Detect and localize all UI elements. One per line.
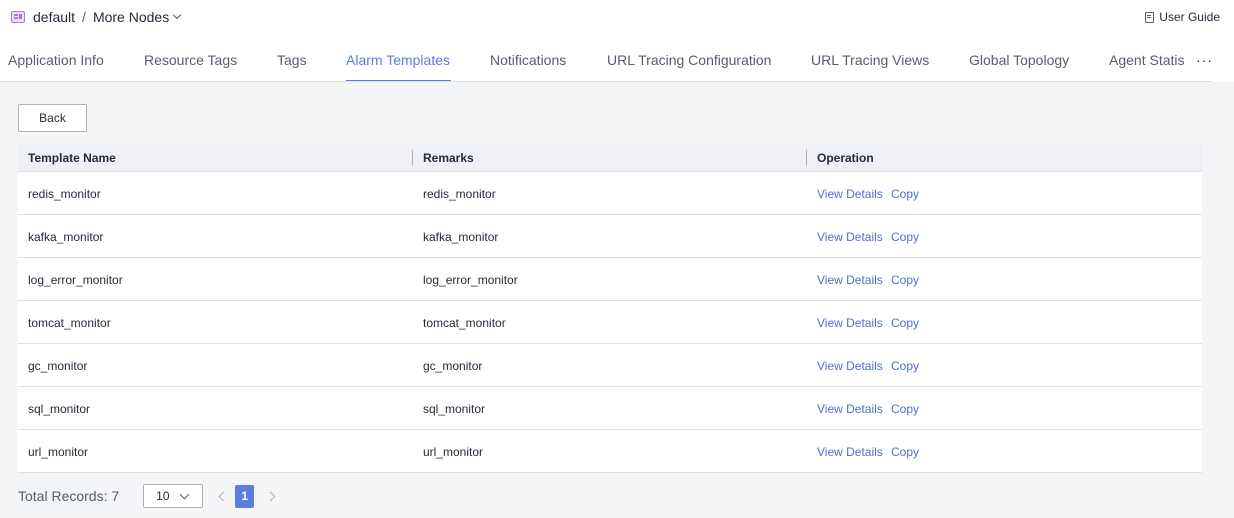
column-header-remarks: Remarks (423, 151, 474, 165)
tab-url-tracing-configuration[interactable]: URL Tracing Configuration (607, 52, 771, 68)
copy-link[interactable]: Copy (891, 187, 919, 201)
table-row: tomcat_monitor tomcat_monitor View Detai… (18, 301, 1202, 344)
table-row: url_monitor url_monitor View Details Cop… (18, 430, 1202, 473)
view-details-link[interactable]: View Details (817, 359, 883, 373)
page-size-select[interactable]: 10 (143, 484, 204, 508)
remarks-cell: tomcat_monitor (423, 316, 506, 330)
view-details-link[interactable]: View Details (817, 230, 883, 244)
template-name-cell: redis_monitor (28, 187, 101, 201)
more-icon[interactable]: ··· (1196, 52, 1213, 68)
template-name-cell: url_monitor (28, 445, 89, 459)
back-button[interactable]: Back (18, 104, 87, 132)
tab-bar: Application Info Resource Tags Tags Alar… (0, 36, 1234, 82)
table-header: Template Name Remarks Operation (18, 144, 1202, 172)
remarks-cell: redis_monitor (423, 187, 496, 201)
table-row: gc_monitor gc_monitor View Details Copy (18, 344, 1202, 387)
tab-application-info[interactable]: Application Info (8, 52, 104, 68)
column-header-template-name: Template Name (28, 151, 116, 165)
breadcrumb-app[interactable]: default (33, 9, 75, 25)
top-bar: default / More Nodes User Guide (0, 0, 1234, 36)
page-number-current[interactable]: 1 (235, 484, 255, 508)
remarks-cell: gc_monitor (423, 359, 483, 373)
tab-tags[interactable]: Tags (277, 52, 307, 68)
chevron-left-icon[interactable] (215, 484, 229, 508)
copy-link[interactable]: Copy (891, 402, 919, 416)
view-details-link[interactable]: View Details (817, 445, 883, 459)
view-details-link[interactable]: View Details (817, 316, 883, 330)
tab-notifications[interactable]: Notifications (490, 52, 566, 68)
copy-link[interactable]: Copy (891, 316, 919, 330)
remarks-cell: url_monitor (423, 445, 484, 459)
more-nodes-label: More Nodes (92, 9, 170, 25)
chevron-right-icon[interactable] (266, 484, 280, 508)
template-name-cell: gc_monitor (28, 359, 88, 373)
main-content: Back Template Name Remarks Operation red… (0, 82, 1234, 518)
column-divider[interactable] (412, 150, 413, 166)
table-row: sql_monitor sql_monitor View Details Cop… (18, 387, 1202, 430)
app-icon (11, 11, 25, 23)
tab-list: Application Info Resource Tags Tags Alar… (0, 36, 1212, 82)
more-nodes-dropdown[interactable]: More Nodes (92, 9, 182, 25)
breadcrumb-separator: / (82, 9, 86, 25)
column-header-operation: Operation (817, 151, 874, 165)
tab-resource-tags[interactable]: Resource Tags (144, 52, 237, 68)
template-name-cell: tomcat_monitor (28, 316, 111, 330)
total-records: Total Records: 7 (18, 488, 120, 504)
breadcrumb: default / More Nodes (11, 8, 182, 26)
remarks-cell: sql_monitor (423, 402, 486, 416)
table-row: kafka_monitor kafka_monitor View Details… (18, 215, 1202, 258)
tab-alarm-templates[interactable]: Alarm Templates (346, 52, 450, 68)
template-name-cell: log_error_monitor (28, 273, 123, 287)
view-details-link[interactable]: View Details (817, 273, 883, 287)
pagination: Total Records: 7 10 1 (18, 484, 280, 508)
document-icon (1145, 11, 1155, 23)
template-name-cell: sql_monitor (28, 402, 91, 416)
copy-link[interactable]: Copy (891, 445, 919, 459)
table-row: log_error_monitor log_error_monitor View… (18, 258, 1202, 301)
tab-url-tracing-views[interactable]: URL Tracing Views (811, 52, 929, 68)
page-size-value: 10 (156, 489, 170, 503)
copy-link[interactable]: Copy (891, 230, 919, 244)
view-details-link[interactable]: View Details (817, 187, 883, 201)
tab-agent-statistics[interactable]: Agent Statis (1109, 52, 1185, 68)
column-divider[interactable] (806, 150, 807, 166)
user-guide-label: User Guide (1159, 10, 1220, 24)
alarm-templates-table: Template Name Remarks Operation redis_mo… (18, 144, 1202, 473)
copy-link[interactable]: Copy (891, 273, 919, 287)
chevron-down-icon (179, 489, 190, 500)
chevron-down-icon (172, 10, 182, 20)
table-row: redis_monitor redis_monitor View Details… (18, 172, 1202, 215)
template-name-cell: kafka_monitor (28, 230, 104, 244)
copy-link[interactable]: Copy (891, 359, 919, 373)
user-guide-link[interactable]: User Guide (1145, 10, 1220, 24)
tab-global-topology[interactable]: Global Topology (969, 52, 1069, 68)
remarks-cell: log_error_monitor (423, 273, 518, 287)
view-details-link[interactable]: View Details (817, 402, 883, 416)
remarks-cell: kafka_monitor (423, 230, 499, 244)
